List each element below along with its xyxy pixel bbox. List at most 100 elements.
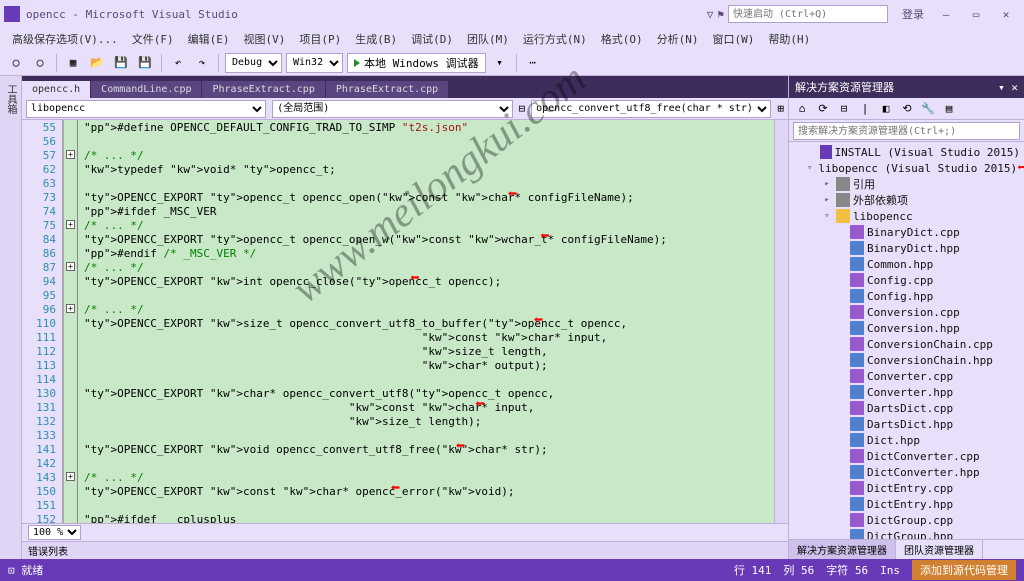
tool-icon[interactable]: ⋯ [523,53,543,73]
toolbox-tab[interactable]: 工具箱 [3,80,18,118]
split-icon2[interactable]: ⊞ [777,102,784,115]
panel-close-icon[interactable]: ✕ [1011,81,1018,94]
minimize-button[interactable]: — [932,4,960,24]
status-ins: Ins [880,564,900,577]
vs-logo-icon [4,6,20,22]
zoom-bar: 100 % [22,523,788,541]
solution-tree[interactable]: INSTALL (Visual Studio 2015)▿libopencc (… [789,142,1024,539]
menu-item[interactable]: 格式(O) [595,29,649,49]
menu-item[interactable]: 分析(N) [651,29,705,49]
member-select[interactable]: opencc_convert_utf8_free(char * str) [531,100,771,118]
config-select[interactable]: Debug [225,53,282,73]
collapse-icon[interactable]: ⊟ [835,100,853,118]
props-icon[interactable]: 🔧 [919,100,937,118]
panel-tab[interactable]: 解决方案资源管理器 [789,540,896,559]
code-editor[interactable]: 5556576263737475848687949596110111112113… [22,120,788,523]
tree-item[interactable]: Common.hpp [789,256,1024,272]
tree-item[interactable]: BinaryDict.hpp [789,240,1024,256]
menu-item[interactable]: 窗口(W) [707,29,761,49]
home-icon[interactable]: ⌂ [793,100,811,118]
tree-item[interactable]: Config.cpp [789,272,1024,288]
pin-icon[interactable]: ▾ [998,81,1005,94]
flag-icon[interactable]: ⚑ [717,8,724,21]
open-icon[interactable]: 📂 [87,53,107,73]
refresh-icon[interactable]: ⟳ [814,100,832,118]
menu-item[interactable]: 调试(D) [405,29,459,49]
nav-back-icon[interactable]: ◯ [6,53,26,73]
menu-item[interactable]: 运行方式(N) [517,29,593,49]
view-icon[interactable]: ▤ [940,100,958,118]
login-link[interactable]: 登录 [896,4,930,24]
editor-tab[interactable]: opencc.h [22,81,90,98]
tree-item[interactable]: Dict.hpp [789,432,1024,448]
scroll-map[interactable] [774,120,788,523]
menu-item[interactable]: 团队(M) [461,29,515,49]
left-toolstrip: 工具箱 [0,76,22,559]
tree-item[interactable]: Conversion.cpp [789,304,1024,320]
solution-title: 解决方案资源管理器 [795,79,894,95]
tree-item[interactable]: DartsDict.hpp [789,416,1024,432]
tree-item[interactable]: ConversionChain.cpp [789,336,1024,352]
add-source-control-button[interactable]: 添加到源代码管理 [912,560,1016,580]
tree-item[interactable]: DictGroup.hpp [789,528,1024,539]
tree-item[interactable]: Conversion.hpp [789,320,1024,336]
quick-launch-input[interactable] [728,5,888,23]
tree-item[interactable]: ▿libopencc (Visual Studio 2015) ⬅ [789,160,1024,176]
redo-icon[interactable]: ↷ [192,53,212,73]
editor-tab[interactable]: PhraseExtract.cpp [202,81,324,98]
new-icon[interactable]: ▦ [63,53,83,73]
menu-item[interactable]: 生成(B) [349,29,403,49]
fold-toggle[interactable]: + [66,150,75,159]
tree-item[interactable]: Converter.hpp [789,384,1024,400]
notification-icon[interactable]: ▽ [707,8,714,21]
fold-toggle[interactable]: + [66,472,75,481]
menu-item[interactable]: 视图(V) [238,29,292,49]
fold-toggle[interactable]: + [66,304,75,313]
tree-item[interactable]: DictEntry.cpp [789,480,1024,496]
editor-tab[interactable]: CommandLine.cpp [91,81,201,98]
status-char: 字符 56 [826,562,868,578]
fold-toggle[interactable]: + [66,220,75,229]
tree-item[interactable]: ▸外部依赖项 [789,192,1024,208]
save-icon[interactable]: 💾 [111,53,131,73]
save-all-icon[interactable]: 💾 [135,53,155,73]
tree-item[interactable]: INSTALL (Visual Studio 2015) [789,144,1024,160]
split-icon[interactable]: ⊟ [519,102,526,115]
tree-item[interactable]: ConversionChain.hpp [789,352,1024,368]
menu-item[interactable]: 高级保存选项(V)... [6,29,124,49]
tree-item[interactable]: Converter.cpp [789,368,1024,384]
menubar: 高级保存选项(V)...文件(F)编辑(E)视图(V)项目(P)生成(B)调试(… [0,28,1024,50]
tree-item[interactable]: BinaryDict.cpp [789,224,1024,240]
menu-item[interactable]: 帮助(H) [762,29,816,49]
tree-item[interactable]: ▿libopencc [789,208,1024,224]
statusbar: ⊡ 就绪 行 141 列 56 字符 56 Ins 添加到源代码管理 [0,559,1024,581]
solution-explorer: 解决方案资源管理器 ▾ ✕ ⌂ ⟳ ⊟ | ◧ ⟲ 🔧 ▤ INSTALL (V… [788,76,1024,559]
showall-icon[interactable]: ◧ [877,100,895,118]
panel-tab[interactable]: 团队资源管理器 [896,540,983,559]
editor-tab[interactable]: PhraseExtract.cpp [326,81,448,98]
undo-icon[interactable]: ↶ [168,53,188,73]
menu-item[interactable]: 项目(P) [293,29,347,49]
tree-item[interactable]: DictConverter.cpp [789,448,1024,464]
scope-nav-select[interactable]: (全局范围) [272,100,512,118]
code-content[interactable]: "pp">#define OPENCC_DEFAULT_CONFIG_TRAD_… [78,120,774,523]
tree-item[interactable]: DictEntry.hpp [789,496,1024,512]
nav-fwd-icon[interactable]: ◯ [30,53,50,73]
tree-item[interactable]: ▸引用 [789,176,1024,192]
error-list-tab[interactable]: 错误列表 [22,541,788,559]
fold-toggle[interactable]: + [66,262,75,271]
scope-select[interactable]: libopencc [26,100,266,118]
close-button[interactable]: ✕ [992,4,1020,24]
zoom-select[interactable]: 100 % [28,525,81,540]
platform-select[interactable]: Win32 [286,53,343,73]
tree-item[interactable]: DartsDict.cpp [789,400,1024,416]
menu-item[interactable]: 文件(F) [126,29,180,49]
start-debug-button[interactable]: 本地 Windows 调试器 [347,53,486,73]
tree-item[interactable]: Config.hpp [789,288,1024,304]
tree-item[interactable]: DictGroup.cpp [789,512,1024,528]
sync-icon[interactable]: ⟲ [898,100,916,118]
menu-item[interactable]: 编辑(E) [182,29,236,49]
solution-search-input[interactable] [793,122,1020,140]
tree-item[interactable]: DictConverter.hpp [789,464,1024,480]
maximize-button[interactable]: ▭ [962,4,990,24]
